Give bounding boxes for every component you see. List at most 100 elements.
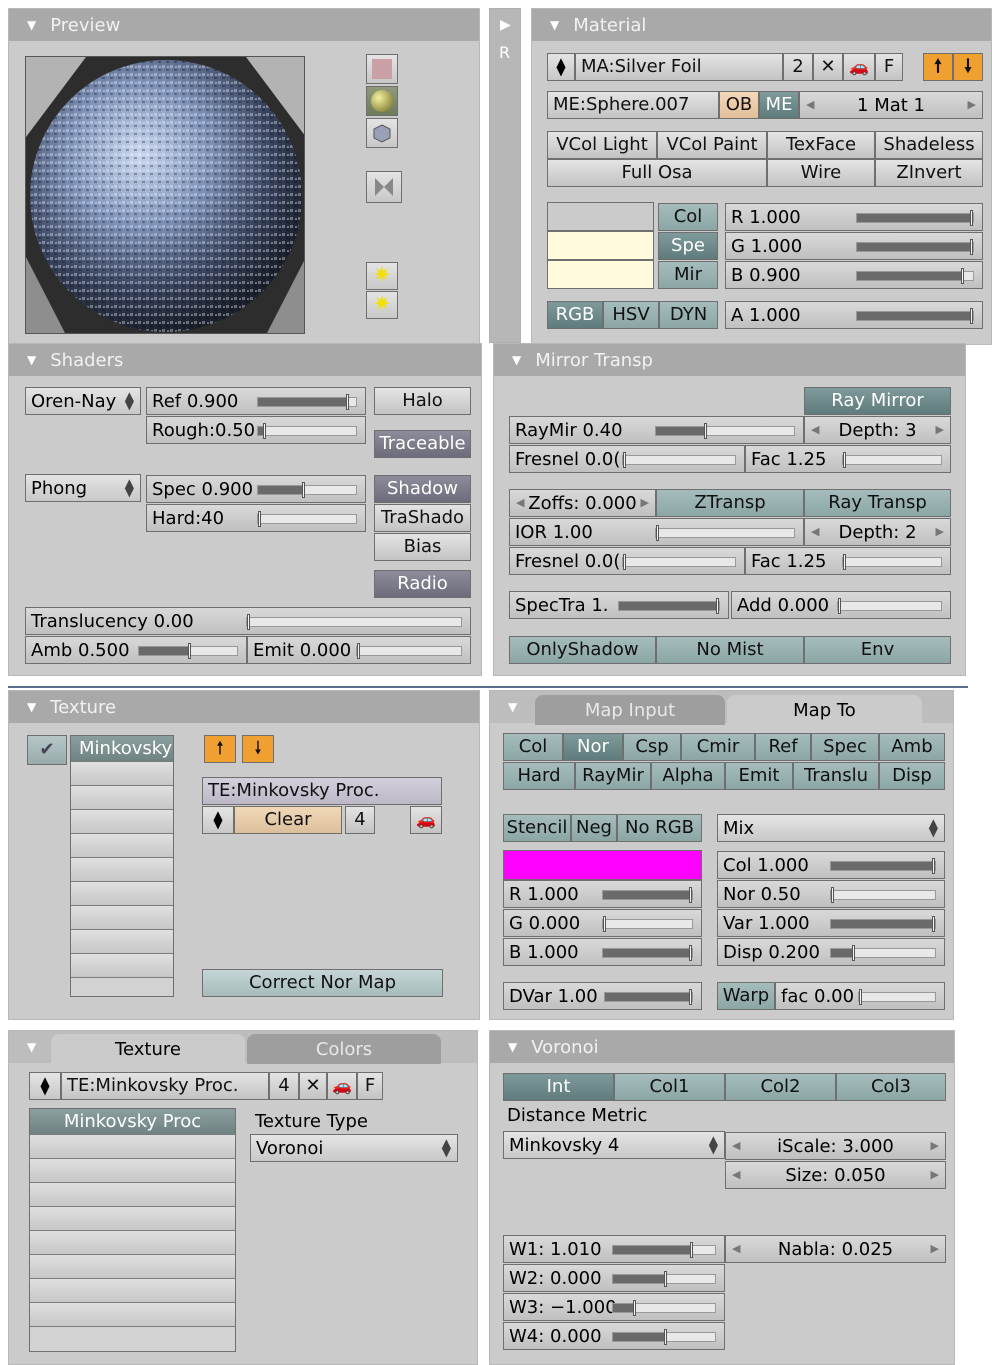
size-field[interactable]: ◀ Size: 0.050 ▶ (725, 1161, 946, 1189)
preview-header[interactable]: ▼ Preview (9, 9, 479, 41)
spectra-slider[interactable]: SpecTra 1. (509, 591, 729, 619)
texture-color-swatch[interactable] (503, 850, 702, 880)
map-to-tab[interactable]: Map To (727, 695, 922, 725)
texture-channel[interactable] (71, 762, 173, 786)
emit-slider[interactable]: Emit 0.000 (247, 636, 471, 664)
var-factor-slider[interactable]: Var 1.000 (717, 909, 945, 937)
texture-users[interactable]: 4 (269, 1072, 299, 1100)
texture-stack-item[interactable] (30, 1255, 235, 1279)
map-input-tab[interactable]: Map Input (535, 695, 725, 725)
material-name-field[interactable]: MA:Silver Foil (575, 53, 783, 81)
texture-stack-list[interactable]: Minkovsky Proc (29, 1108, 236, 1352)
fac2-slider[interactable]: Fac 1.25 (745, 547, 951, 575)
mapto-hard[interactable]: Hard (503, 762, 575, 790)
specular-shader-menu[interactable]: Phong ▲ ▼ (25, 474, 141, 502)
colors-tab[interactable]: Colors (247, 1034, 441, 1064)
distance-metric-menu[interactable]: Minkovsky 4 ▲ ▼ (503, 1131, 725, 1159)
voronoi-col2-tab[interactable]: Col2 (725, 1073, 836, 1101)
hsv-mode[interactable]: HSV (603, 301, 659, 329)
texface-toggle[interactable]: TexFace (767, 131, 875, 159)
texture-type-menu[interactable]: Voronoi ▲ ▼ (250, 1134, 458, 1162)
voronoi-col3-tab[interactable]: Col3 (836, 1073, 946, 1101)
texture-stack-item[interactable] (30, 1183, 235, 1207)
link-me-button[interactable]: ME (759, 91, 799, 119)
add-slider[interactable]: Add 0.000 (731, 591, 951, 619)
texture-header[interactable]: ▼ Texture (9, 691, 479, 723)
depth1-field[interactable]: ◀ Depth: 3 ▶ (804, 416, 951, 444)
col-factor-slider[interactable]: Col 1.000 (717, 851, 945, 879)
amb-slider[interactable]: Amb 0.500 (25, 636, 247, 664)
onlyshadow-toggle[interactable]: OnlyShadow (509, 636, 656, 664)
texture-channel-list[interactable]: Minkovsky (70, 735, 174, 997)
stencil-toggle[interactable]: Stencil (503, 814, 571, 842)
mapto-cmir[interactable]: Cmir (681, 733, 755, 761)
shadeless-toggle[interactable]: Shadeless (875, 131, 983, 159)
delete-icon[interactable]: ✕ (299, 1072, 327, 1100)
texture-channel[interactable] (71, 786, 173, 810)
fresnel2-slider[interactable]: Fresnel 0.0( (509, 547, 745, 575)
texture-channel[interactable] (71, 858, 173, 882)
traceable-toggle[interactable]: Traceable (374, 430, 471, 458)
voronoi-int-tab[interactable]: Int (503, 1073, 614, 1101)
norgb-toggle[interactable]: No RGB (617, 814, 702, 842)
mapto-alpha[interactable]: Alpha (651, 762, 725, 790)
col-swatch[interactable] (547, 202, 654, 231)
fake-user-car-icon[interactable]: 🚗 (327, 1072, 357, 1100)
depth2-field[interactable]: ◀ Depth: 2 ▶ (804, 518, 951, 546)
texture-name-field[interactable]: TE:Minkovsky Proc. (202, 777, 442, 805)
w1-slider[interactable]: W1: 1.010 (503, 1235, 725, 1263)
wire-toggle[interactable]: Wire (767, 159, 875, 187)
voronoi-col1-tab[interactable]: Col1 (614, 1073, 725, 1101)
ztransp-toggle[interactable]: ZTransp (656, 489, 804, 517)
material-index[interactable]: ◀ 1 Mat 1 ▶ (799, 91, 983, 119)
mapto-translu[interactable]: Translu (793, 762, 879, 790)
mapto-emit[interactable]: Emit (725, 762, 793, 790)
arrow-down-icon[interactable]: 🠗 (242, 735, 274, 763)
correct-nor-map-toggle[interactable]: Correct Nor Map (202, 969, 443, 997)
texture-channel[interactable] (71, 810, 173, 834)
disp-factor-slider[interactable]: Disp 0.200 (717, 938, 945, 966)
spe-swatch[interactable] (547, 231, 654, 260)
w2-slider[interactable]: W2: 0.000 (503, 1264, 725, 1292)
mapto-ref[interactable]: Ref (755, 733, 811, 761)
bias-toggle[interactable]: Bias (374, 533, 471, 561)
preview-lamp2-button[interactable]: ✷ (366, 291, 398, 319)
mir-swatch[interactable] (547, 260, 654, 289)
vcol-paint-toggle[interactable]: VCol Paint (657, 131, 767, 159)
texture-enable-checkbox[interactable]: ✔ (27, 735, 67, 765)
texture-channel[interactable] (71, 882, 173, 906)
collapse-icon[interactable]: ▼ (27, 18, 36, 32)
texture-stack-item[interactable] (30, 1159, 235, 1183)
dyn-mode[interactable]: DYN (659, 301, 718, 329)
shaders-header[interactable]: ▼ Shaders (9, 344, 481, 376)
fake-user-button[interactable]: F (357, 1072, 383, 1100)
texture-stack-item[interactable] (30, 1135, 235, 1159)
raymir-slider[interactable]: RayMir 0.40 (509, 416, 804, 444)
collapse-icon[interactable]: ▼ (512, 353, 521, 367)
material-header[interactable]: ▼ Material (532, 9, 991, 41)
texture-stack-item[interactable] (30, 1279, 235, 1303)
collapse-icon[interactable]: ▼ (27, 353, 36, 367)
preview-world-button[interactable] (366, 171, 402, 203)
trashado-toggle[interactable]: TraShado (374, 504, 471, 532)
texture-name-field[interactable]: TE:Minkovsky Proc. (61, 1072, 269, 1100)
texture-stack-active[interactable]: Minkovsky Proc (30, 1109, 235, 1135)
collapse-icon[interactable]: ▼ (508, 700, 517, 714)
texture-browse[interactable]: ▲ ▼ (202, 806, 234, 834)
nabla-field[interactable]: ◀ Nabla: 0.025 ▶ (725, 1235, 946, 1263)
nor-factor-slider[interactable]: Nor 0.50 (717, 880, 945, 908)
neg-toggle[interactable]: Neg (571, 814, 617, 842)
rgb-mode[interactable]: RGB (547, 301, 603, 329)
g-slider[interactable]: G 1.000 (725, 232, 983, 260)
warp-toggle[interactable]: Warp (717, 982, 775, 1010)
ray-transp-toggle[interactable]: Ray Transp (804, 489, 951, 517)
fake-user-car-icon[interactable]: 🚗 (410, 806, 442, 834)
diffuse-shader-menu[interactable]: Oren-Nay ▲ ▼ (25, 387, 141, 415)
texture-channel-active[interactable]: Minkovsky (71, 736, 173, 762)
halo-toggle[interactable]: Halo (374, 387, 471, 415)
a-slider[interactable]: A 1.000 (725, 301, 983, 329)
spe-tab[interactable]: Spe (658, 232, 718, 260)
panel-side-tab[interactable]: ▶ R (489, 8, 521, 343)
zinvert-toggle[interactable]: ZInvert (875, 159, 983, 187)
collapse-icon[interactable]: ▼ (27, 700, 36, 714)
